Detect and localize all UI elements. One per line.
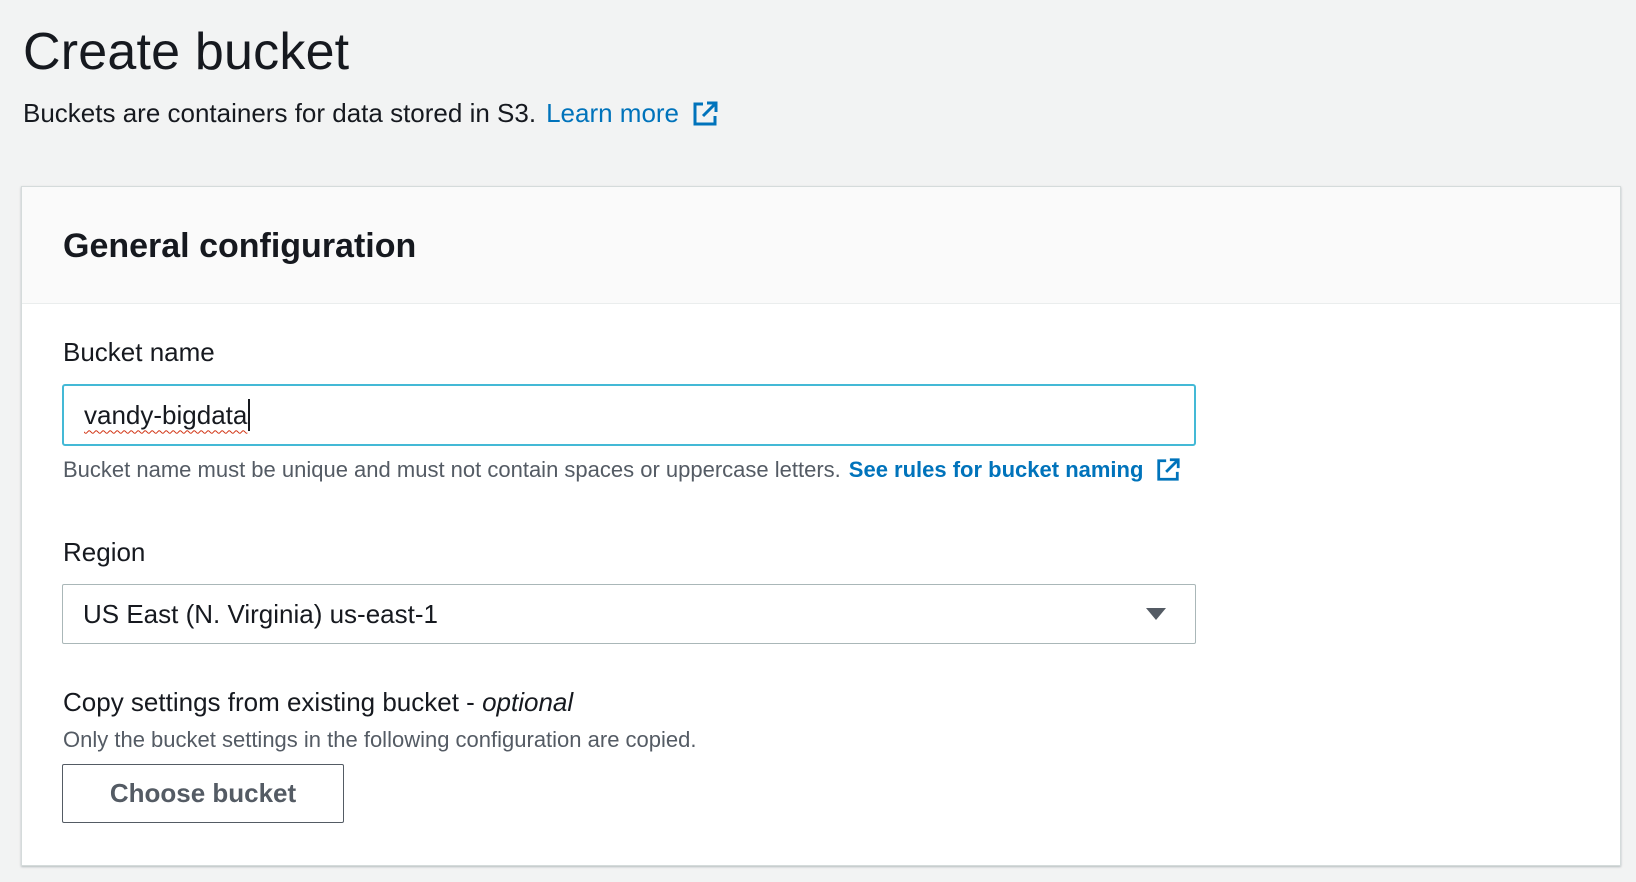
- caret-down-icon: [1146, 608, 1166, 620]
- page-description: Buckets are containers for data stored i…: [23, 98, 719, 129]
- region-label: Region: [63, 537, 146, 567]
- bucket-name-value: vandy-bigdata: [84, 399, 248, 430]
- bucket-name-hint: Bucket name must be unique and must not …: [63, 457, 1181, 483]
- general-configuration-panel: General configuration Bucket name vandy-…: [21, 186, 1621, 866]
- page-title: Create bucket: [23, 23, 350, 81]
- bucket-name-hint-text: Bucket name must be unique and must not …: [63, 457, 841, 482]
- external-link-icon: [693, 101, 718, 125]
- create-bucket-page: Create bucket Buckets are containers for…: [0, 0, 1636, 882]
- choose-bucket-button[interactable]: Choose bucket: [62, 764, 344, 823]
- learn-more-link[interactable]: Learn more: [546, 98, 719, 129]
- bucket-naming-rules-label: See rules for bucket naming: [848, 457, 1144, 482]
- copy-settings-label-text: Copy settings from existing bucket -: [63, 687, 483, 717]
- bucket-name-input[interactable]: vandy-bigdata: [62, 384, 1196, 446]
- copy-settings-description: Only the bucket settings in the followin…: [63, 727, 697, 752]
- bucket-name-label: Bucket name: [63, 337, 215, 367]
- optional-tag: optional: [482, 687, 574, 717]
- text-cursor: [248, 399, 251, 431]
- page-description-text: Buckets are containers for data stored i…: [23, 98, 537, 128]
- bucket-naming-rules-link[interactable]: See rules for bucket naming: [849, 457, 1182, 483]
- external-link-icon: [1157, 458, 1181, 481]
- panel-title: General configuration: [63, 227, 417, 265]
- learn-more-label: Learn more: [546, 98, 680, 128]
- panel-header: General configuration: [22, 187, 1620, 304]
- region-select[interactable]: US East (N. Virginia) us-east-1: [62, 584, 1196, 644]
- copy-settings-label: Copy settings from existing bucket - opt…: [63, 687, 573, 718]
- region-selected-value: US East (N. Virginia) us-east-1: [83, 598, 438, 629]
